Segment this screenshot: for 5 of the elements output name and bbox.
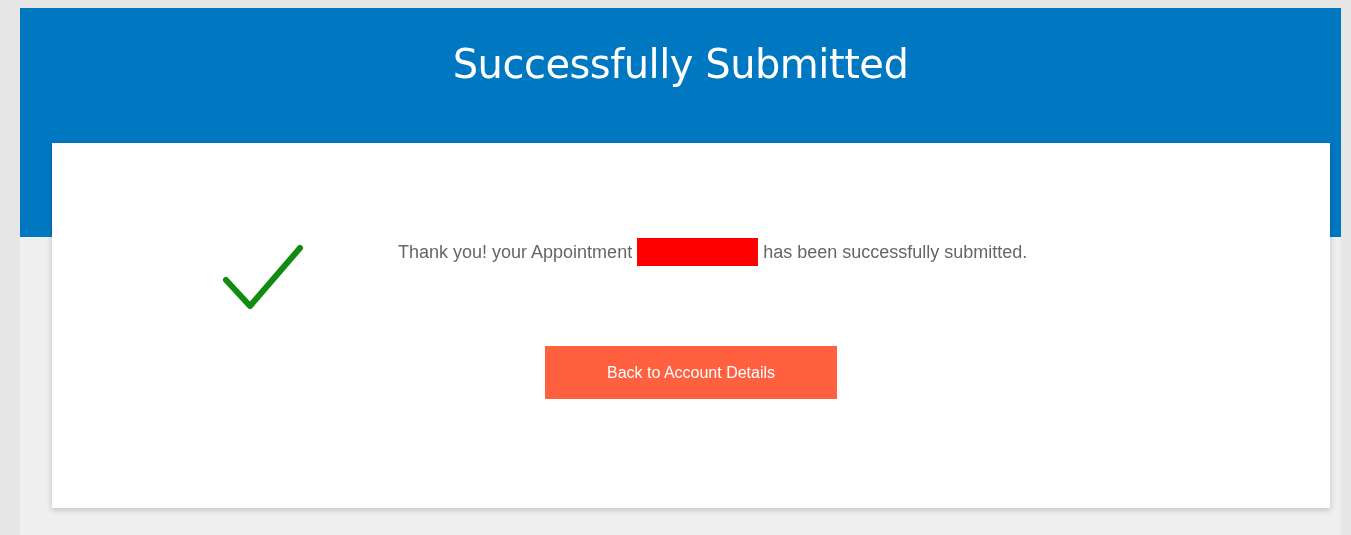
back-button[interactable]: Back to Account Details bbox=[545, 346, 837, 399]
message-text: Thank you! your Appointment bbox=[398, 241, 633, 264]
page-title: Successfully Submitted bbox=[452, 41, 909, 89]
checkmark-icon bbox=[222, 244, 304, 312]
message-text: has been successfully submitted. bbox=[763, 241, 1028, 264]
